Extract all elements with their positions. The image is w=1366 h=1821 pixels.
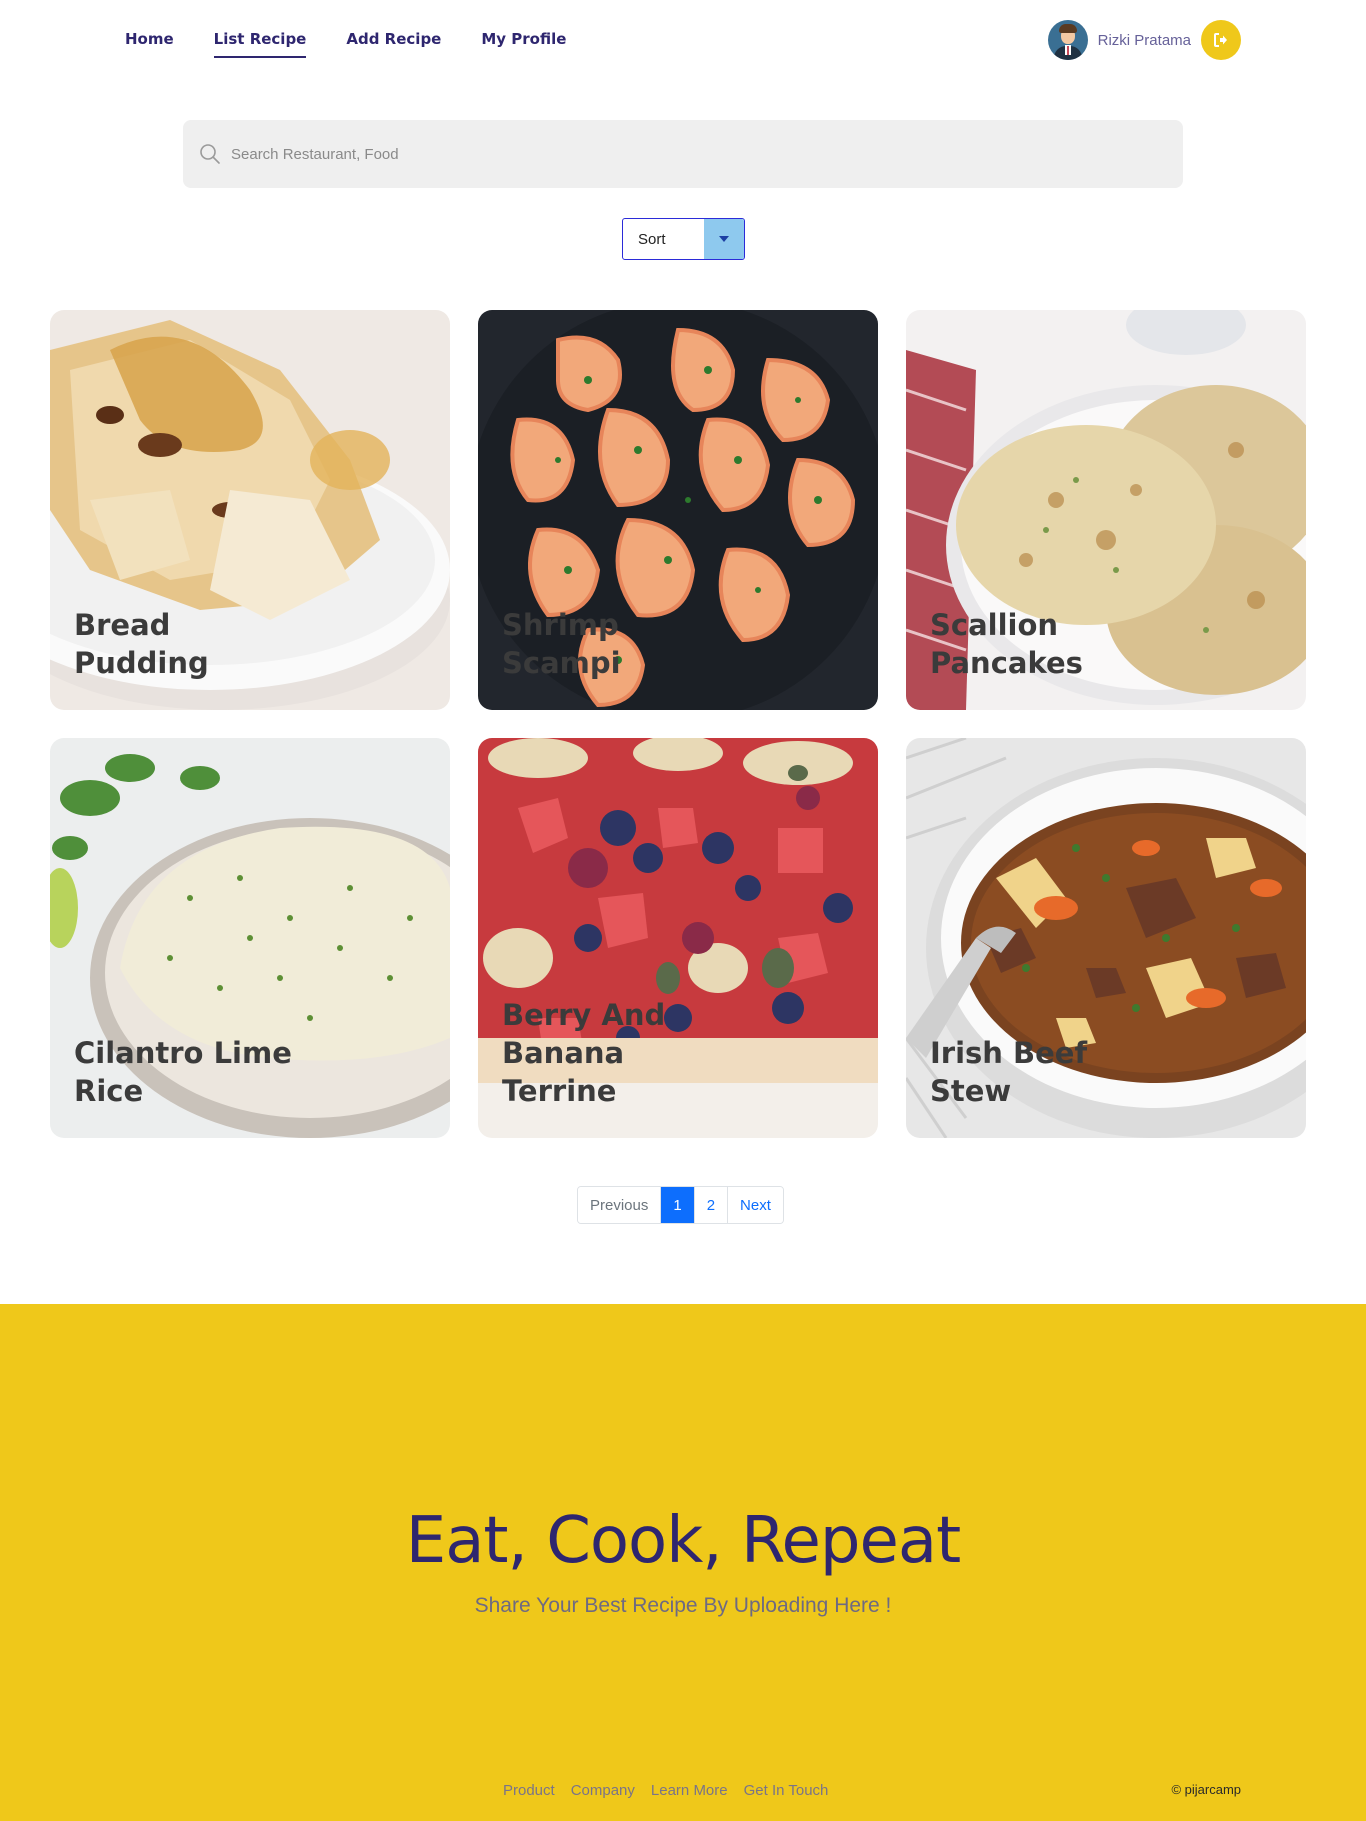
- footer-link-get-in-touch[interactable]: Get In Touch: [744, 1782, 829, 1799]
- copyright: © pijarcamp: [1171, 1782, 1241, 1797]
- pagination-previous[interactable]: Previous: [578, 1187, 662, 1223]
- nav-link-add-recipe[interactable]: Add Recipe: [346, 30, 441, 58]
- recipe-card-scallion-pancakes[interactable]: Scallion Pancakes: [906, 310, 1306, 710]
- nav-links: Home List Recipe Add Recipe My Profile: [125, 30, 566, 58]
- user-name[interactable]: Rizki Pratama: [1098, 32, 1191, 49]
- top-navbar: Home List Recipe Add Recipe My Profile R…: [0, 0, 1366, 80]
- nav-link-home[interactable]: Home: [125, 30, 174, 58]
- pagination-page-2[interactable]: 2: [694, 1187, 729, 1223]
- nav-link-list-recipe[interactable]: List Recipe: [213, 30, 307, 58]
- recipe-card-berry-banana-terrine[interactable]: Berry And Banana Terrine: [478, 738, 878, 1138]
- sort-label: Sort: [638, 230, 666, 248]
- logout-button[interactable]: [1201, 20, 1241, 60]
- caret-down-icon: [719, 236, 729, 242]
- pagination: Previous 1 2 Next: [577, 1186, 784, 1224]
- recipe-card-irish-beef-stew[interactable]: Irish Beef Stew: [906, 738, 1306, 1138]
- sort-dropdown[interactable]: Sort: [622, 218, 745, 260]
- recipe-title: Shrimp Scampi: [502, 608, 621, 680]
- recipe-title: Bread Pudding: [74, 608, 209, 680]
- footer: Eat, Cook, Repeat Share Your Best Recipe…: [0, 1304, 1366, 1821]
- recipe-card-bread-pudding[interactable]: Bread Pudding: [50, 310, 450, 710]
- recipe-title: Irish Beef Stew: [930, 1036, 1088, 1108]
- avatar[interactable]: [1047, 20, 1088, 60]
- recipe-title: Cilantro Lime Rice: [74, 1036, 292, 1108]
- footer-link-learn-more[interactable]: Learn More: [651, 1782, 728, 1799]
- footer-subtitle: Share Your Best Recipe By Uploading Here…: [474, 1594, 892, 1617]
- nav-link-my-profile[interactable]: My Profile: [481, 30, 566, 58]
- recipe-card-shrimp-scampi[interactable]: Shrimp Scampi: [478, 310, 878, 710]
- recipe-title: Berry And Banana Terrine: [502, 998, 666, 1108]
- search-input[interactable]: [231, 145, 1131, 163]
- recipe-title: Scallion Pancakes: [930, 608, 1083, 680]
- footer-link-company[interactable]: Company: [571, 1782, 635, 1799]
- search-icon: [200, 144, 220, 164]
- sign-out-icon: [1214, 33, 1227, 47]
- footer-link-product[interactable]: Product: [503, 1782, 555, 1799]
- sort-toggle[interactable]: [704, 219, 744, 259]
- user-menu: Rizki Pratama: [1047, 20, 1241, 60]
- pagination-next[interactable]: Next: [728, 1187, 783, 1223]
- pagination-page-1[interactable]: 1: [661, 1187, 695, 1223]
- footer-title: Eat, Cook, Repeat: [405, 1504, 961, 1578]
- recipe-grid: Bread Pudding Shrimp Scampi Scallion Pan…: [50, 310, 1306, 1138]
- search-bar: [183, 120, 1183, 188]
- recipe-card-cilantro-lime-rice[interactable]: Cilantro Lime Rice: [50, 738, 450, 1138]
- footer-links: Product Company Learn More Get In Touch: [503, 1782, 828, 1799]
